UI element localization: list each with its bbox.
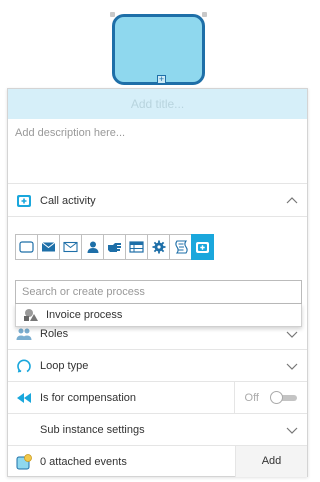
compensation-toggle[interactable] [270,391,297,404]
process-search-input[interactable] [15,280,302,304]
user-task-icon [87,241,98,253]
business-rule-task-icon [129,241,144,253]
roles-icon [15,325,33,343]
collapsed-subprocess-marker-icon: + [157,74,166,84]
chevron-up-icon[interactable] [286,195,298,207]
service-task-button[interactable] [147,234,170,260]
process-suggestion-item[interactable]: Invoice process [15,304,302,327]
service-task-icon [152,240,165,254]
none-task-icon [19,241,34,253]
script-task-button[interactable] [169,234,192,260]
sub-instance-label: Sub instance settings [40,423,145,436]
loop-icon [15,357,33,375]
divider [234,382,235,413]
call-activity-row[interactable]: Call activity [8,185,307,217]
compensation-state: Off [244,392,259,404]
selected-activity-shape[interactable]: + [110,12,207,85]
toggle-knob[interactable] [270,391,283,404]
task-type-selector [15,234,214,260]
call-activity-icon [15,192,33,210]
call-activity-icon [196,241,209,253]
receive-task-button[interactable] [59,234,82,260]
attached-events-row: 0 attached events Add [8,446,307,478]
add-event-button[interactable]: Add [235,446,307,477]
none-task-button[interactable] [15,234,38,260]
business-rule-task-button[interactable] [125,234,148,260]
send-task-icon [41,242,56,252]
process-option-label: Invoice process [46,309,123,321]
chevron-down-icon[interactable] [286,424,298,436]
chevron-down-icon[interactable] [286,360,298,372]
attached-events-label: 0 attached events [40,456,127,468]
script-task-icon [174,240,188,254]
compensation-label: Is for compensation [40,391,136,404]
event-icon [15,453,33,471]
manual-task-button[interactable] [103,234,126,260]
roles-label: Roles [40,327,69,340]
compensation-icon [15,389,33,407]
call-activity-shape[interactable]: + [112,14,205,85]
description-field[interactable]: Add description here... [8,119,307,184]
user-task-button[interactable] [81,234,104,260]
compensation-row: Is for compensation Off [8,382,307,414]
receive-task-icon [63,241,78,253]
manual-task-icon [107,243,121,252]
sub-instance-row[interactable]: Sub instance settings [8,414,307,446]
properties-panel: Add title... Add description here... Cal… [7,88,308,477]
call-activity-label: Call activity [40,194,96,207]
loop-type-row[interactable]: Loop type [8,350,307,382]
send-task-button[interactable] [37,234,60,260]
process-icon [23,308,39,322]
resize-handle[interactable] [202,12,207,17]
loop-type-label: Loop type [40,359,89,372]
resize-handle[interactable] [110,12,115,17]
title-field[interactable]: Add title... [8,89,307,119]
sub-instance-icon-placeholder [15,421,33,439]
call-activity-type-button[interactable] [191,234,214,260]
chevron-down-icon[interactable] [286,328,298,340]
